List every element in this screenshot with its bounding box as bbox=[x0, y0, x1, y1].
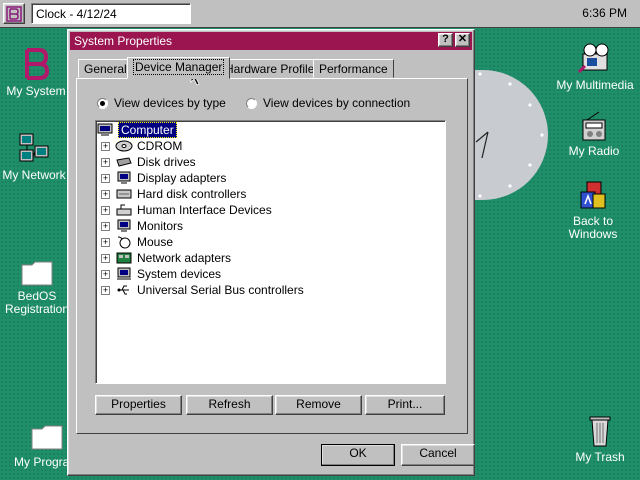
tab-general[interactable]: General bbox=[78, 59, 133, 78]
radio-label: View devices by connection bbox=[263, 96, 411, 110]
usb-icon bbox=[115, 283, 133, 297]
tree-item-label: Hard disk controllers bbox=[137, 187, 247, 201]
remove-button[interactable]: Remove bbox=[275, 395, 362, 415]
computer-icon bbox=[96, 123, 114, 137]
hid-icon bbox=[115, 203, 133, 217]
tab-label: Performance bbox=[319, 62, 388, 76]
desktop-icon-label: My Trash bbox=[575, 450, 625, 464]
desktop-icon-label: Back to Windows bbox=[568, 214, 618, 241]
start-menu-button[interactable] bbox=[3, 3, 25, 24]
tree-item[interactable]: + Hard disk controllers bbox=[96, 186, 246, 202]
tree-item-label: System devices bbox=[137, 267, 222, 281]
refresh-button[interactable]: Refresh bbox=[186, 395, 273, 415]
desktop-icon-my-system[interactable]: My System bbox=[6, 46, 66, 98]
radio-label: View devices by type bbox=[114, 96, 226, 110]
tree-item-label: Computer bbox=[118, 122, 177, 138]
expand-plus-icon[interactable]: + bbox=[101, 157, 110, 167]
window-titlebar[interactable]: System Properties bbox=[70, 32, 472, 50]
expand-plus-icon[interactable]: + bbox=[101, 237, 110, 247]
tree-item-label: Human Interface Devices bbox=[137, 203, 272, 217]
display-adapter-icon bbox=[115, 171, 133, 185]
monitor-icon bbox=[115, 219, 133, 233]
desktop-icon-back-to-windows[interactable]: Back to Windows bbox=[564, 180, 622, 241]
desktop-icon-label: My Network bbox=[2, 168, 66, 182]
taskbar-item-clock[interactable]: Clock - 4/12/24 bbox=[31, 3, 191, 24]
tree-item[interactable]: + Human Interface Devices bbox=[96, 202, 272, 218]
disk-drive-icon bbox=[115, 155, 133, 169]
trash-can-icon bbox=[589, 416, 611, 447]
expand-plus-icon[interactable]: + bbox=[101, 285, 110, 295]
system-device-icon bbox=[115, 267, 133, 281]
tree-item-label: CDROM bbox=[137, 139, 183, 153]
desktop-icon-label: My System bbox=[6, 84, 66, 98]
expand-plus-icon[interactable]: + bbox=[101, 221, 110, 231]
help-button[interactable]: ? bbox=[438, 33, 453, 47]
tab-performance[interactable]: Performance bbox=[313, 59, 394, 78]
network-adapter-icon bbox=[115, 251, 133, 265]
desktop-icon-my-programs[interactable]: My Progra bbox=[14, 423, 70, 469]
tree-item[interactable]: + Display adapters bbox=[96, 170, 226, 186]
system-properties-window: System Properties ? ✕ General Device Man… bbox=[67, 29, 475, 476]
tree-item[interactable]: + Monitors bbox=[96, 218, 183, 234]
tree-item-label: Mouse bbox=[137, 235, 174, 249]
tree-item-label: Universal Serial Bus controllers bbox=[137, 283, 304, 297]
tree-item[interactable]: + CDROM bbox=[96, 138, 182, 154]
desktop-icon-label: My Multimedia bbox=[556, 78, 634, 92]
radio-view-by-type[interactable]: View devices by type bbox=[97, 96, 226, 110]
expand-plus-icon[interactable]: + bbox=[101, 141, 110, 151]
mouse-icon bbox=[115, 235, 133, 249]
tree-root-computer[interactable]: Computer bbox=[96, 122, 177, 138]
desktop-icon-my-radio[interactable]: My Radio bbox=[566, 110, 622, 158]
radio-button-icon bbox=[97, 97, 108, 109]
tree-item[interactable]: + Disk drives bbox=[96, 154, 196, 170]
system-logo-icon bbox=[6, 5, 22, 22]
close-button[interactable]: ✕ bbox=[455, 33, 470, 47]
desktop-icon-my-trash[interactable]: My Trash bbox=[572, 414, 628, 464]
tab-device-manager[interactable]: Device Manager bbox=[127, 57, 231, 79]
blocks-icon bbox=[580, 181, 606, 209]
radio-button-icon bbox=[246, 97, 257, 109]
tree-item-label: Display adapters bbox=[137, 171, 227, 185]
multimedia-icon bbox=[577, 43, 609, 74]
desktop-icon-label: My Progra bbox=[14, 455, 70, 469]
tab-hardware-profiles[interactable]: Hardware Profiles bbox=[219, 59, 327, 78]
hard-disk-controller-icon bbox=[115, 187, 133, 201]
expand-plus-icon[interactable]: + bbox=[101, 173, 110, 183]
print-button[interactable]: Print... bbox=[365, 395, 445, 415]
tree-item[interactable]: + Network adapters bbox=[96, 250, 231, 266]
tree-item-label: Disk drives bbox=[137, 155, 196, 169]
expand-plus-icon[interactable]: + bbox=[101, 189, 110, 199]
cancel-button[interactable]: Cancel bbox=[401, 444, 475, 466]
expand-plus-icon[interactable]: + bbox=[101, 253, 110, 263]
desktop-icon-my-network[interactable]: My Network bbox=[2, 132, 66, 182]
tree-item-label: Network adapters bbox=[137, 251, 232, 265]
expand-plus-icon[interactable]: + bbox=[101, 269, 110, 279]
desktop-icon-bedos-registration[interactable]: BedOS Registration bbox=[4, 259, 70, 316]
cdrom-icon bbox=[115, 139, 133, 153]
ok-button[interactable]: OK bbox=[321, 444, 395, 466]
system-clock[interactable]: 6:36 PM bbox=[582, 6, 627, 20]
tab-label: General bbox=[84, 62, 127, 76]
tree-item[interactable]: + Universal Serial Bus controllers bbox=[96, 282, 304, 298]
tab-label: Hardware Profiles bbox=[225, 62, 321, 76]
radio-icon bbox=[582, 111, 606, 141]
tab-label: Device Manager bbox=[133, 59, 225, 75]
expand-plus-icon[interactable]: + bbox=[101, 205, 110, 215]
top-bar: Clock - 4/12/24 6:36 PM bbox=[0, 0, 640, 28]
tree-item[interactable]: + System devices bbox=[96, 266, 221, 282]
tree-item[interactable]: + Mouse bbox=[96, 234, 173, 250]
tree-item-label: Monitors bbox=[137, 219, 184, 233]
folder-icon bbox=[21, 261, 53, 286]
properties-button[interactable]: Properties bbox=[95, 395, 182, 415]
desktop-icon-label: BedOS Registration bbox=[4, 289, 70, 316]
device-tree[interactable]: Computer + CDROM + Disk drives + Display… bbox=[95, 120, 446, 384]
folder-icon bbox=[31, 425, 63, 450]
my-system-icon bbox=[25, 48, 50, 80]
desktop-icon-my-multimedia[interactable]: My Multimedia bbox=[556, 42, 634, 92]
radio-view-by-connection[interactable]: View devices by connection bbox=[246, 96, 410, 110]
network-computers-icon bbox=[19, 133, 49, 162]
window-title: System Properties bbox=[74, 34, 173, 48]
desktop-icon-label: My Radio bbox=[568, 144, 620, 158]
